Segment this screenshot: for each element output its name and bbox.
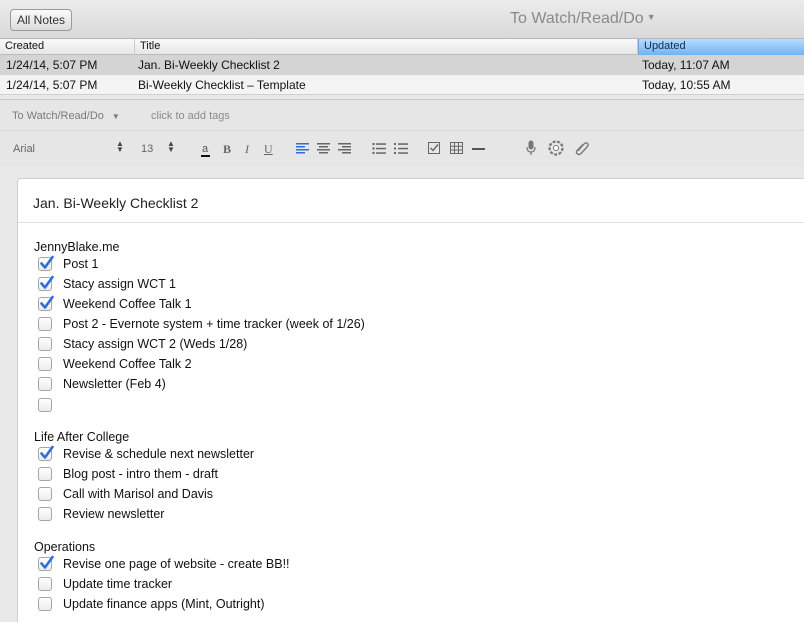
checkbox[interactable] <box>38 577 52 591</box>
top-bar: All Notes To Watch/Read/Do ▼ <box>0 0 804 39</box>
format-toolbar: Arial ▲ ▼ 13 ▲ ▼ a B I U <box>0 131 804 167</box>
section-heading: Operations <box>34 540 96 554</box>
checkbox[interactable] <box>38 507 52 521</box>
notebook-selector-label: To Watch/Read/Do <box>12 110 104 122</box>
checklist-item-label: Blog post - intro them - draft <box>63 467 218 481</box>
add-tags-field[interactable]: click to add tags <box>151 110 230 122</box>
checkbox[interactable] <box>38 275 54 291</box>
checkbox[interactable] <box>38 255 54 271</box>
all-notes-button[interactable]: All Notes <box>10 9 73 31</box>
svg-text:a: a <box>202 143 209 155</box>
notebook-selector[interactable]: To Watch/Read/Do ▼ <box>12 110 120 122</box>
column-header-updated[interactable]: Updated <box>638 39 804 55</box>
row-title: Bi-Weekly Checklist – Template <box>138 78 306 92</box>
checkbox-icon[interactable] <box>428 142 441 156</box>
row-title: Jan. Bi-Weekly Checklist 2 <box>138 58 280 72</box>
note-list-row[interactable]: 1/24/14, 5:07 PM Bi-Weekly Checklist – T… <box>0 75 804 95</box>
note-editor[interactable]: Jan. Bi-Weekly Checklist 2 JennyBlake.me… <box>17 178 804 622</box>
camera-icon[interactable] <box>548 140 564 156</box>
note-list-header: Created Title Updated <box>0 39 804 55</box>
section-heading: Life After College <box>34 430 130 444</box>
checkbox[interactable] <box>38 337 52 351</box>
checklist-item-label: Update finance apps (Mint, Outright) <box>63 597 265 611</box>
checklist-item-label: Update time tracker <box>63 577 173 591</box>
numbered-list-icon[interactable] <box>394 143 408 157</box>
font-stepper-icon[interactable]: ▲ ▼ <box>116 140 124 155</box>
font-size-select[interactable]: 13 <box>141 142 153 156</box>
table-icon[interactable] <box>450 142 463 156</box>
notebook-title-menu[interactable]: To Watch/Read/Do ▼ <box>510 10 656 28</box>
font-size-value: 13 <box>141 143 154 155</box>
italic-icon[interactable]: I <box>245 142 249 156</box>
checklist-item-label: Weekend Coffee Talk 1 <box>63 297 192 311</box>
checkbox[interactable] <box>38 487 52 501</box>
checkmark-icon <box>40 445 54 459</box>
tag-bar: To Watch/Read/Do ▼ click to add tags <box>0 99 804 131</box>
microphone-icon[interactable] <box>526 140 536 155</box>
checklist-item-label: Weekend Coffee Talk 2 <box>63 357 192 371</box>
checklist-item-label: Revise one page of website - create BB!! <box>63 557 290 571</box>
section-heading: JennyBlake.me <box>34 240 120 254</box>
align-right-icon[interactable] <box>338 143 351 157</box>
row-created: 1/24/14, 5:07 PM <box>6 58 98 72</box>
checkbox[interactable] <box>38 597 52 611</box>
checkmark-icon <box>40 275 54 289</box>
checkbox[interactable] <box>38 445 54 461</box>
checklist-item-label: Newsletter (Feb 4) <box>63 377 166 391</box>
horizontal-rule-icon[interactable] <box>472 148 485 162</box>
checkmark-icon <box>40 295 54 309</box>
checklist-item-label: Review newsletter <box>63 507 165 521</box>
chevron-down-icon: ▼ <box>111 112 120 121</box>
underline-a-icon[interactable]: a <box>201 142 211 157</box>
checkbox[interactable] <box>38 467 52 481</box>
checkbox[interactable] <box>38 357 52 371</box>
notebook-title: To Watch/Read/Do <box>510 10 644 27</box>
bold-icon[interactable]: B <box>223 142 231 156</box>
checklist-item-label: Stacy assign WCT 2 (Weds 1/28) <box>63 337 248 351</box>
checklist-item-label: Post 2 - Evernote system + time tracker … <box>63 317 365 331</box>
checkbox[interactable] <box>38 295 54 311</box>
align-left-icon[interactable] <box>296 143 309 157</box>
checkmark-icon <box>40 255 54 269</box>
checklist-item-label: Stacy assign WCT 1 <box>63 277 177 291</box>
bullet-list-icon[interactable] <box>372 143 386 157</box>
row-updated: Today, 10:55 AM <box>642 78 731 92</box>
chevron-down-icon: ▼ <box>646 12 656 22</box>
checklist-item-label: Call with Marisol and Davis <box>63 487 214 501</box>
column-header-title[interactable]: Title <box>135 39 638 55</box>
note-list-row[interactable]: 1/24/14, 5:07 PM Jan. Bi-Weekly Checklis… <box>0 55 804 75</box>
checkbox[interactable] <box>38 398 52 412</box>
column-header-created[interactable]: Created <box>0 39 135 55</box>
underline-icon[interactable]: U <box>264 142 273 156</box>
title-divider <box>18 222 804 223</box>
checkbox[interactable] <box>38 555 54 571</box>
row-created: 1/24/14, 5:07 PM <box>6 78 98 92</box>
checkbox[interactable] <box>38 377 52 391</box>
checklist-item-label: Revise & schedule next newsletter <box>63 447 255 461</box>
align-center-icon[interactable] <box>317 143 330 157</box>
row-updated: Today, 11:07 AM <box>642 58 730 72</box>
checklist-item-label: Post 1 <box>63 257 99 271</box>
font-family-select[interactable]: Arial <box>13 142 35 156</box>
size-stepper-icon[interactable]: ▲ ▼ <box>167 140 175 155</box>
checkbox[interactable] <box>38 317 52 331</box>
checkmark-icon <box>40 555 54 569</box>
paperclip-icon[interactable] <box>574 140 590 156</box>
note-title[interactable]: Jan. Bi-Weekly Checklist 2 <box>33 195 198 211</box>
font-family-value: Arial <box>13 143 36 155</box>
